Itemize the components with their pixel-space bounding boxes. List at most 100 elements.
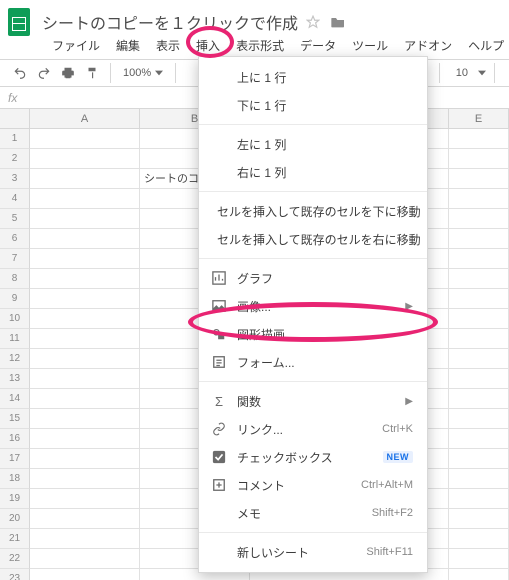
cell[interactable] xyxy=(449,229,509,249)
row-header[interactable]: 21 xyxy=(0,529,30,549)
cell[interactable] xyxy=(449,149,509,169)
row-header[interactable]: 9 xyxy=(0,289,30,309)
menu-item-link[interactable]: リンク... Ctrl+K xyxy=(199,415,427,443)
menu-format[interactable]: 表示形式 xyxy=(228,35,292,56)
cell[interactable] xyxy=(449,389,509,409)
cell[interactable] xyxy=(449,409,509,429)
cell[interactable] xyxy=(449,289,509,309)
menu-addons[interactable]: アドオン xyxy=(396,35,460,56)
cell[interactable] xyxy=(30,449,140,469)
row-header[interactable]: 15 xyxy=(0,409,30,429)
cell[interactable] xyxy=(30,369,140,389)
print-button[interactable] xyxy=(56,61,80,85)
menu-item-col-right[interactable]: 右に 1 列 xyxy=(199,158,427,186)
cell[interactable] xyxy=(30,329,140,349)
cell[interactable] xyxy=(449,189,509,209)
menu-help[interactable]: ヘルプ xyxy=(460,35,509,56)
cell[interactable] xyxy=(30,229,140,249)
menu-item-chart[interactable]: グラフ xyxy=(199,264,427,292)
cell[interactable] xyxy=(449,249,509,269)
menu-view[interactable]: 表示 xyxy=(148,35,188,56)
menu-item-drawing[interactable]: 図形描画... xyxy=(199,320,427,348)
menu-insert[interactable]: 挿入 xyxy=(188,35,228,56)
cell[interactable] xyxy=(30,569,140,580)
cell[interactable] xyxy=(449,269,509,289)
cell[interactable] xyxy=(449,129,509,149)
cell[interactable] xyxy=(449,349,509,369)
cell[interactable] xyxy=(449,169,509,189)
cell[interactable] xyxy=(30,309,140,329)
menu-item-image[interactable]: 画像... ▶ xyxy=(199,292,427,320)
row-header[interactable]: 16 xyxy=(0,429,30,449)
cell[interactable] xyxy=(30,549,140,569)
row-header[interactable]: 7 xyxy=(0,249,30,269)
cell[interactable] xyxy=(449,369,509,389)
cell[interactable] xyxy=(30,389,140,409)
col-header-a[interactable]: A xyxy=(30,109,140,129)
cell[interactable] xyxy=(30,349,140,369)
menu-item-col-left[interactable]: 左に 1 列 xyxy=(199,130,427,158)
menu-item-row-above[interactable]: 上に 1 行 xyxy=(199,63,427,91)
cell[interactable] xyxy=(30,189,140,209)
cell[interactable] xyxy=(449,509,509,529)
row-header[interactable]: 13 xyxy=(0,369,30,389)
font-size-select[interactable]: 10 xyxy=(446,67,478,79)
menu-item-new-sheet[interactable]: 新しいシート Shift+F11 xyxy=(199,538,427,566)
menu-item-comment[interactable]: コメント Ctrl+Alt+M xyxy=(199,471,427,499)
cell[interactable] xyxy=(30,149,140,169)
cell[interactable] xyxy=(449,449,509,469)
undo-button[interactable] xyxy=(8,61,32,85)
menu-tools[interactable]: ツール xyxy=(344,35,396,56)
row-header[interactable]: 10 xyxy=(0,309,30,329)
cell[interactable] xyxy=(30,249,140,269)
menu-item-row-below[interactable]: 下に 1 行 xyxy=(199,91,427,119)
row-header[interactable]: 20 xyxy=(0,509,30,529)
cell[interactable] xyxy=(30,129,140,149)
row-header[interactable]: 5 xyxy=(0,209,30,229)
col-header-e[interactable]: E xyxy=(449,109,509,129)
cell[interactable] xyxy=(449,489,509,509)
menu-item-checkbox[interactable]: チェックボックス NEW xyxy=(199,443,427,471)
menu-file[interactable]: ファイル xyxy=(44,35,108,56)
select-all-corner[interactable] xyxy=(0,109,30,129)
redo-button[interactable] xyxy=(32,61,56,85)
cell[interactable] xyxy=(449,529,509,549)
star-icon[interactable] xyxy=(306,15,320,29)
menu-item-cells-right[interactable]: セルを挿入して既存のセルを右に移動 xyxy=(199,225,427,253)
menu-item-cells-down[interactable]: セルを挿入して既存のセルを下に移動 xyxy=(199,197,427,225)
row-header[interactable]: 2 xyxy=(0,149,30,169)
menu-data[interactable]: データ xyxy=(292,35,344,56)
row-header[interactable]: 11 xyxy=(0,329,30,349)
row-header[interactable]: 23 xyxy=(0,569,30,580)
cell[interactable] xyxy=(449,309,509,329)
document-title[interactable]: シートのコピーを１クリックで作成 xyxy=(42,10,298,34)
menu-edit[interactable]: 編集 xyxy=(108,35,148,56)
row-header[interactable]: 19 xyxy=(0,489,30,509)
row-header[interactable]: 14 xyxy=(0,389,30,409)
cell[interactable] xyxy=(449,429,509,449)
cell[interactable] xyxy=(30,469,140,489)
sheets-logo[interactable] xyxy=(8,8,30,36)
cell[interactable] xyxy=(449,329,509,349)
zoom-select[interactable]: 100% xyxy=(117,67,169,79)
folder-icon[interactable] xyxy=(330,15,346,29)
cell[interactable] xyxy=(30,409,140,429)
menu-item-function[interactable]: Σ 関数 ▶ xyxy=(199,387,427,415)
paint-format-button[interactable] xyxy=(80,61,104,85)
cell[interactable] xyxy=(30,269,140,289)
cell[interactable] xyxy=(30,489,140,509)
cell[interactable] xyxy=(30,529,140,549)
row-header[interactable]: 1 xyxy=(0,129,30,149)
cell[interactable] xyxy=(449,209,509,229)
row-header[interactable]: 18 xyxy=(0,469,30,489)
cell[interactable] xyxy=(30,209,140,229)
cell[interactable] xyxy=(449,569,509,580)
row-header[interactable]: 6 xyxy=(0,229,30,249)
menu-item-note[interactable]: メモ Shift+F2 xyxy=(199,499,427,527)
cell[interactable] xyxy=(449,549,509,569)
cell[interactable] xyxy=(30,169,140,189)
row-header[interactable]: 3 xyxy=(0,169,30,189)
cell[interactable] xyxy=(449,469,509,489)
row-header[interactable]: 4 xyxy=(0,189,30,209)
cell[interactable] xyxy=(30,509,140,529)
